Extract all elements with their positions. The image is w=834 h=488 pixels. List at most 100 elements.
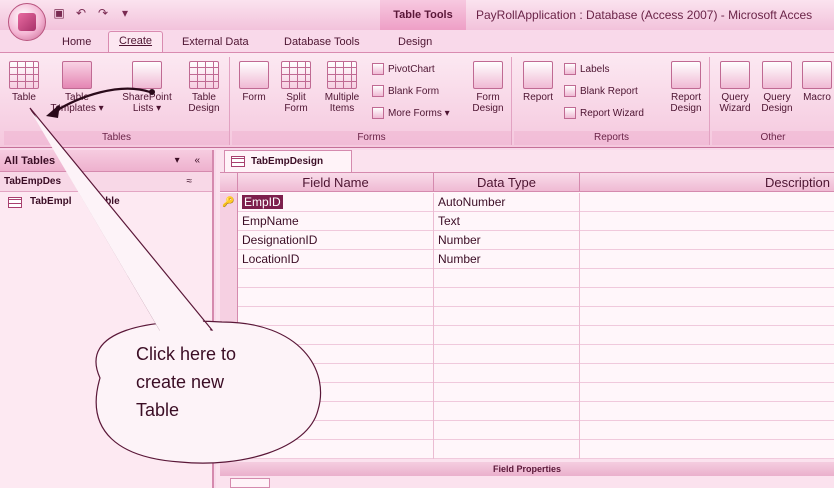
document-tab[interactable]: TabEmpDesign	[224, 150, 352, 172]
field-name-cell[interactable]: EmpName	[238, 212, 434, 231]
save-icon[interactable]: ▣	[52, 6, 66, 20]
data-type-cell[interactable]	[434, 345, 580, 364]
table-row[interactable]: DesignationID Number	[220, 231, 834, 250]
split-form-button[interactable]: Split Form	[278, 61, 314, 114]
multiple-items-button[interactable]: Multiple Items	[320, 61, 364, 114]
data-type-cell[interactable]: AutoNumber	[434, 193, 580, 212]
column-header-data-type[interactable]: Data Type	[434, 173, 580, 192]
data-type-cell[interactable]	[434, 288, 580, 307]
table-row[interactable]	[220, 402, 834, 421]
row-selector[interactable]	[220, 288, 238, 307]
table-row[interactable]	[220, 288, 834, 307]
form-design-button[interactable]: Form Design	[468, 61, 508, 114]
description-cell[interactable]	[580, 212, 834, 231]
field-name-cell[interactable]	[238, 440, 434, 459]
tab-design[interactable]: Design	[398, 33, 432, 52]
row-selector[interactable]	[220, 440, 238, 459]
form-button[interactable]: Form	[236, 61, 272, 103]
description-cell[interactable]	[580, 326, 834, 345]
table-row[interactable]	[220, 364, 834, 383]
table-design-button[interactable]: Table Design	[184, 61, 224, 114]
data-type-cell[interactable]	[434, 364, 580, 383]
pivotchart-button[interactable]: PivotChart	[372, 63, 435, 75]
data-type-cell[interactable]	[434, 383, 580, 402]
data-type-cell[interactable]: Text	[434, 212, 580, 231]
description-cell[interactable]	[580, 193, 834, 212]
table-row[interactable]	[220, 269, 834, 288]
row-selector[interactable]	[220, 307, 238, 326]
field-name-cell[interactable]	[238, 288, 434, 307]
description-cell[interactable]	[580, 421, 834, 440]
table-row[interactable]	[220, 421, 834, 440]
report-button[interactable]: Report	[518, 61, 558, 103]
data-type-cell[interactable]: Number	[434, 250, 580, 269]
data-type-cell[interactable]	[434, 269, 580, 288]
tab-home[interactable]: Home	[62, 33, 91, 52]
field-name-cell[interactable]: EmpID	[238, 193, 434, 212]
column-header-description[interactable]: Description	[580, 173, 834, 192]
table-design-icon	[189, 61, 219, 89]
nav-group-header[interactable]: TabEmpDes ≈	[0, 172, 212, 192]
report-design-button[interactable]: Report Design	[666, 61, 706, 114]
data-type-cell[interactable]: Number	[434, 231, 580, 250]
data-type-cell[interactable]	[434, 307, 580, 326]
blank-form-button[interactable]: Blank Form	[372, 85, 439, 97]
customize-icon[interactable]: ▾	[118, 6, 132, 20]
description-cell[interactable]	[580, 269, 834, 288]
tab-database-tools[interactable]: Database Tools	[284, 33, 360, 52]
nav-pane-header[interactable]: All Tables ▾ «	[0, 150, 212, 172]
query-design-button[interactable]: Query Design	[758, 61, 796, 114]
more-forms-button[interactable]: More Forms ▾	[372, 107, 450, 119]
description-cell[interactable]	[580, 307, 834, 326]
data-type-cell[interactable]	[434, 326, 580, 345]
tab-create[interactable]: Create	[108, 31, 164, 52]
description-cell[interactable]	[580, 383, 834, 402]
blank-report-button[interactable]: Blank Report	[564, 85, 638, 97]
row-selector[interactable]	[220, 231, 238, 250]
table-row[interactable]: 🔑 EmpID AutoNumber	[220, 193, 834, 212]
field-properties-tab[interactable]	[230, 478, 270, 488]
row-selector[interactable]: 🔑	[220, 193, 238, 212]
data-type-cell[interactable]	[434, 402, 580, 421]
redo-icon[interactable]: ↷	[96, 6, 110, 20]
table-row[interactable]: EmpName Text	[220, 212, 834, 231]
table-row[interactable]	[220, 307, 834, 326]
table-row[interactable]	[220, 383, 834, 402]
table-templates-button[interactable]: Table Templates ▾	[48, 61, 106, 114]
sharepoint-lists-button[interactable]: SharePoint Lists ▾	[116, 61, 178, 114]
nav-item-table[interactable]: TabEmpl : Table	[0, 192, 212, 212]
description-cell[interactable]	[580, 402, 834, 421]
field-name-cell[interactable]: LocationID	[238, 250, 434, 269]
description-cell[interactable]	[580, 231, 834, 250]
report-wizard-button[interactable]: Report Wizard	[564, 107, 644, 119]
office-button[interactable]	[8, 3, 46, 41]
row-selector[interactable]	[220, 269, 238, 288]
nav-pane-controls[interactable]: ▾ «	[175, 150, 206, 172]
undo-icon[interactable]: ↶	[74, 6, 88, 20]
macro-button[interactable]: Macro	[800, 61, 834, 103]
table-row[interactable]	[220, 326, 834, 345]
reports-group: Report Labels Blank Report Report Wizard…	[514, 57, 710, 145]
table-row[interactable]	[220, 345, 834, 364]
row-selector[interactable]	[220, 212, 238, 231]
row-selector-header[interactable]	[220, 173, 238, 192]
field-name-cell[interactable]: DesignationID	[238, 231, 434, 250]
table-row[interactable]: LocationID Number	[220, 250, 834, 269]
table-row[interactable]	[220, 440, 834, 459]
query-wizard-button[interactable]: Query Wizard	[716, 61, 754, 114]
field-name-cell[interactable]	[238, 307, 434, 326]
description-cell[interactable]	[580, 364, 834, 383]
description-cell[interactable]	[580, 288, 834, 307]
description-cell[interactable]	[580, 250, 834, 269]
collapse-chevron-icon[interactable]: ≈	[187, 172, 193, 192]
labels-button[interactable]: Labels	[564, 63, 609, 75]
table-button[interactable]: Table	[6, 61, 42, 103]
description-cell[interactable]	[580, 345, 834, 364]
tab-external-data[interactable]: External Data	[182, 33, 249, 52]
field-name-cell[interactable]	[238, 269, 434, 288]
data-type-cell[interactable]	[434, 421, 580, 440]
description-cell[interactable]	[580, 440, 834, 459]
data-type-cell[interactable]	[434, 440, 580, 459]
column-header-field-name[interactable]: Field Name	[238, 173, 434, 192]
row-selector[interactable]	[220, 250, 238, 269]
